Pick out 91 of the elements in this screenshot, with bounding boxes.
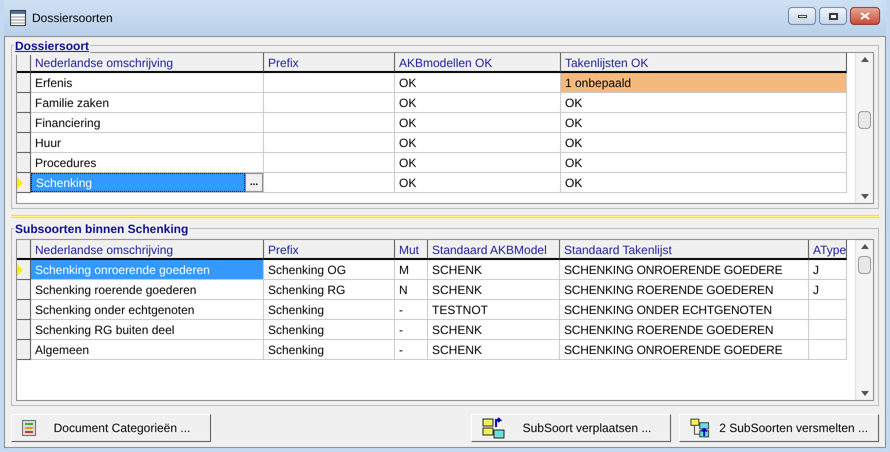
table-cell: Familie zaken <box>31 93 264 113</box>
table-cell: OK <box>395 73 561 93</box>
row-header[interactable] <box>17 113 31 133</box>
row-header[interactable] <box>17 340 31 360</box>
column-header[interactable]: Prefix <box>264 240 395 260</box>
maximize-button[interactable] <box>819 7 847 25</box>
scroll-up-icon[interactable] <box>860 57 868 62</box>
table-cell[interactable]: Schenking roerende goederen <box>31 280 264 300</box>
list-icon <box>22 420 36 436</box>
column-header[interactable]: AKBmodellen OK <box>395 53 561 73</box>
table-cell: OK <box>395 153 561 173</box>
row-header[interactable] <box>17 173 31 193</box>
table-cell: SCHENKING ROERENDE GOEDEREN <box>560 280 809 300</box>
column-header[interactable]: Mut <box>395 240 428 260</box>
scroll-down-icon[interactable] <box>860 194 868 199</box>
column-header[interactable]: Nederlandse omschrijving <box>31 53 264 73</box>
row-header[interactable] <box>17 260 31 280</box>
column-header[interactable]: Takenlijsten OK <box>561 53 847 73</box>
scroll-down-icon[interactable] <box>860 391 868 396</box>
table-cell: Schenking RG <box>264 280 395 300</box>
table-cell: J <box>809 280 847 300</box>
table-cell: 1 onbepaald <box>561 73 847 93</box>
window-title: Dossiersoorten <box>32 10 114 27</box>
table-cell: TESTNOT <box>428 300 560 320</box>
table-cell: SCHENK <box>428 340 560 360</box>
table-cell: SCHENK <box>428 320 560 340</box>
corner-header <box>17 53 31 73</box>
scroll-thumb[interactable] <box>858 256 871 274</box>
table-cell: SCHENKING ONDER ECHTGENOTEN <box>560 300 809 320</box>
table-cell: Schenking <box>264 320 395 340</box>
table-cell: Financiering <box>31 113 264 133</box>
corner-header <box>17 240 31 260</box>
minimize-button[interactable] <box>788 7 816 25</box>
column-header[interactable]: Nederlandse omschrijving <box>31 240 264 260</box>
table-cell <box>809 320 847 340</box>
window-icon <box>10 10 26 26</box>
row-header[interactable] <box>17 133 31 153</box>
table-cell: SCHENK <box>428 260 560 280</box>
table-cell: OK <box>561 173 847 193</box>
table-cell: - <box>395 300 428 320</box>
table-cell: SCHENKING ONROERENDE GOEDERE <box>560 260 809 280</box>
table-cell[interactable]: Algemeen <box>31 340 264 360</box>
row-header[interactable] <box>17 93 31 113</box>
table-cell: - <box>395 340 428 360</box>
close-icon <box>860 12 870 20</box>
table-cell: M <box>395 260 428 280</box>
ellipsis-button[interactable]: ... <box>245 173 263 192</box>
table-cell <box>809 340 847 360</box>
table-cell: OK <box>561 93 847 113</box>
row-header[interactable] <box>17 153 31 173</box>
scrollbar[interactable] <box>855 240 873 400</box>
table-cell: OK <box>561 153 847 173</box>
row-pointer-icon <box>17 264 23 276</box>
scrollbar[interactable] <box>855 53 873 203</box>
table-cell: OK <box>395 93 561 113</box>
table-cell: OK <box>395 173 561 193</box>
column-header[interactable]: Standaard Takenlijst <box>560 240 809 260</box>
action-button[interactable]: 2 SubSoorten versmelten ... <box>679 414 879 442</box>
row-header[interactable] <box>17 300 31 320</box>
table-cell[interactable]: Schenking RG buiten deel <box>31 320 264 340</box>
row-header[interactable] <box>17 73 31 93</box>
close-button[interactable] <box>850 7 880 25</box>
table-cell: Schenking OG <box>264 260 395 280</box>
action-button[interactable]: Document Categorieën ... <box>11 414 211 442</box>
table-cell: SCHENKING ONROERENDE GOEDERE <box>560 340 809 360</box>
scroll-thumb[interactable] <box>858 111 871 129</box>
table-cell: OK <box>561 113 847 133</box>
scroll-up-icon[interactable] <box>860 244 868 249</box>
row-header[interactable] <box>17 320 31 340</box>
table-cell: OK <box>395 133 561 153</box>
table-cell: OK <box>395 113 561 133</box>
table-cell: N <box>395 280 428 300</box>
table-cell: Schenking <box>264 300 395 320</box>
table-cell: SCHENK <box>428 280 560 300</box>
column-header[interactable]: Standaard AKBModel <box>428 240 560 260</box>
folders-icon <box>482 417 506 439</box>
table-cell[interactable]: Schenking onder echtgenoten <box>31 300 264 320</box>
action-button[interactable]: SubSoort verplaatsen ... <box>471 414 671 442</box>
folders-icon <box>690 417 712 439</box>
row-pointer-icon <box>17 176 23 188</box>
table-cell: Huur <box>31 133 264 153</box>
table-cell: - <box>395 320 428 340</box>
column-header[interactable]: AType <box>809 240 847 260</box>
table-cell: SCHENKING ROERENDE GOEDEREN <box>560 320 809 340</box>
table-cell: J <box>809 260 847 280</box>
table-cell: Schenking <box>264 340 395 360</box>
row-header[interactable] <box>17 280 31 300</box>
table-cell: OK <box>561 133 847 153</box>
table-cell: Erfenis <box>31 73 264 93</box>
column-header[interactable]: Prefix <box>264 53 395 73</box>
table-cell <box>809 300 847 320</box>
